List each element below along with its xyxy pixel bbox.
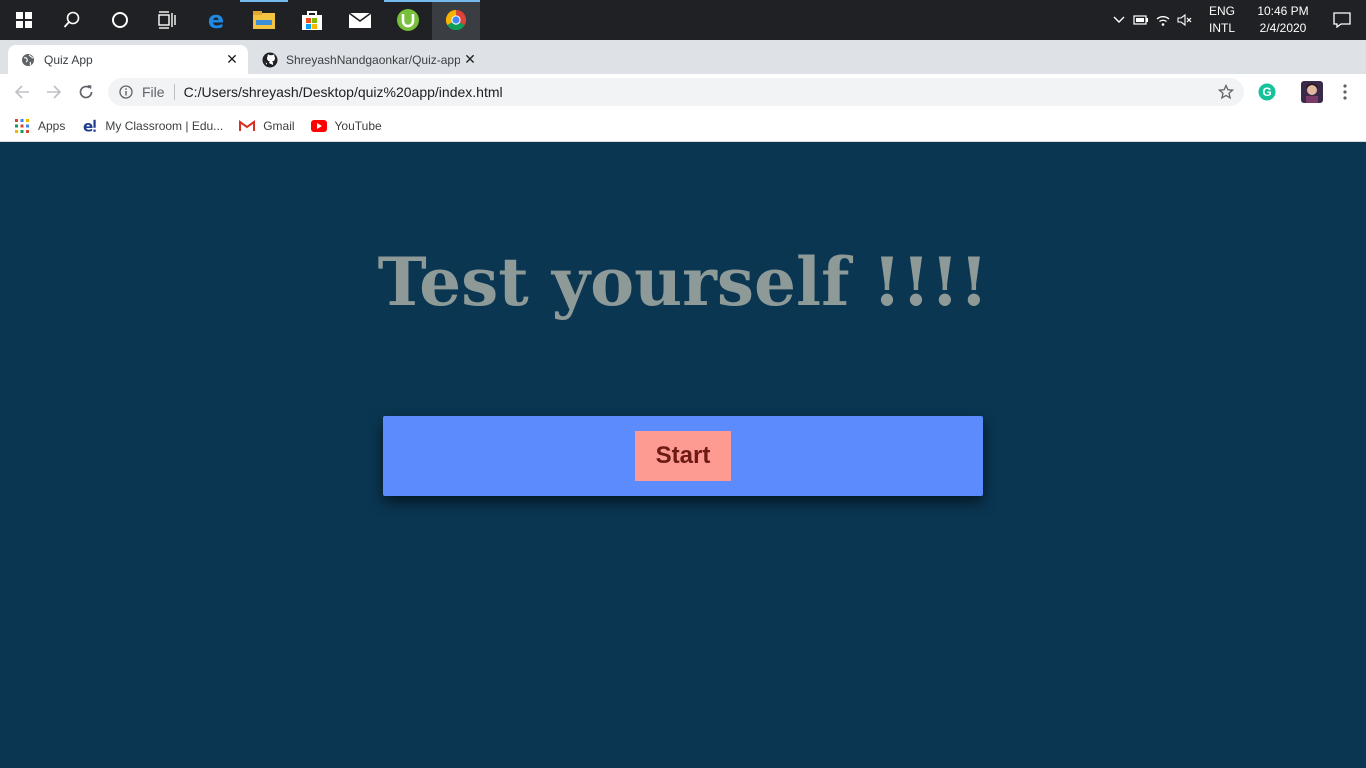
bookmark-gmail[interactable]: Gmail [231, 112, 302, 140]
battery-icon[interactable] [1130, 0, 1152, 40]
info-icon[interactable] [118, 84, 134, 100]
bookmark-star-icon[interactable] [1212, 78, 1240, 106]
start-button[interactable]: Start [635, 431, 731, 481]
profile-avatar-icon[interactable] [1298, 78, 1326, 106]
file-explorer-icon[interactable] [240, 0, 288, 40]
bookmark-my-classroom[interactable]: e My Classroom | Edu... [73, 112, 231, 140]
lang-code: ENG [1208, 4, 1235, 18]
page-viewport: Test yourself !!!! Start [0, 143, 1366, 768]
omnibox-divider [173, 84, 175, 100]
svg-text:e: e [208, 8, 224, 32]
bookmark-apps[interactable]: Apps [6, 112, 73, 140]
clock-time: 10:46 PM [1257, 4, 1309, 18]
tab-title: ShreyashNandgaonkar/Quiz-app [286, 52, 460, 67]
grammarly-icon[interactable]: G [1253, 78, 1281, 106]
wifi-icon[interactable] [1152, 0, 1174, 40]
edge-browser-icon[interactable]: e [192, 0, 240, 40]
tab-quiz-app[interactable]: Quiz App ✕ [8, 45, 248, 74]
notifications-icon[interactable] [1318, 0, 1366, 40]
tab-title: Quiz App [44, 52, 93, 67]
tab-github-quiz-app[interactable]: ShreyashNandgaonkar/Quiz-app ✕ [250, 45, 486, 74]
chrome-icon[interactable] [432, 0, 480, 40]
system-tray: ENG INTL 10:46 PM 2/4/2020 [1108, 0, 1366, 40]
microsoft-store-icon[interactable] [288, 0, 336, 40]
chevron-up-icon[interactable] [1108, 0, 1130, 40]
mail-icon[interactable] [336, 0, 384, 40]
clock[interactable]: 10:46 PM 2/4/2020 [1248, 3, 1318, 37]
github-icon [262, 52, 278, 68]
url-text[interactable]: C:/Users/shreyash/Desktop/quiz%20app/ind… [184, 84, 1212, 100]
address-bar[interactable]: File C:/Users/shreyash/Desktop/quiz%20ap… [108, 78, 1244, 106]
globe-icon [20, 52, 36, 68]
lang-layout: INTL [1208, 21, 1235, 35]
windows-taskbar: e ENG INTL 10:46 PM 2/4/2020 [0, 0, 1366, 40]
bookmark-youtube[interactable]: YouTube [303, 112, 390, 140]
bookmark-label: Apps [38, 118, 66, 133]
chrome-menu-icon[interactable] [1331, 78, 1359, 106]
page-heading: Test yourself !!!! [377, 243, 989, 321]
cortana-icon[interactable] [96, 0, 144, 40]
close-tab-icon[interactable]: ✕ [460, 50, 480, 70]
bookmark-label: YouTube [334, 118, 382, 133]
bookmark-label: My Classroom | Edu... [105, 118, 224, 133]
task-view-icon[interactable] [144, 0, 192, 40]
speaker-muted-icon[interactable] [1174, 0, 1196, 40]
windows-start-icon[interactable] [0, 0, 48, 40]
browser-tab-strip: Quiz App ✕ ShreyashNandgaonkar/Quiz-app … [0, 40, 1366, 106]
search-icon[interactable] [48, 0, 96, 40]
start-panel: Start [383, 416, 983, 496]
gmail-icon [239, 118, 256, 134]
clock-date: 2/4/2020 [1259, 21, 1307, 35]
youtube-icon [310, 118, 327, 134]
close-tab-icon[interactable]: ✕ [222, 50, 242, 70]
svg-text:G: G [1262, 85, 1271, 99]
url-scheme-label: File [142, 84, 165, 100]
bookmark-label: Gmail [263, 118, 295, 133]
utorrent-icon[interactable] [384, 0, 432, 40]
reload-icon[interactable] [72, 78, 100, 106]
back-arrow-icon[interactable] [8, 78, 36, 106]
input-language-indicator[interactable]: ENG INTL [1202, 3, 1242, 37]
forward-arrow-icon[interactable] [40, 78, 68, 106]
apps-grid-icon [14, 118, 30, 134]
svg-text:e: e [83, 117, 93, 135]
browser-toolbar: File C:/Users/shreyash/Desktop/quiz%20ap… [0, 74, 1366, 110]
edureka-icon: e [81, 117, 97, 135]
bookmarks-bar: Apps e My Classroom | Edu... Gmail YouTu… [0, 110, 1366, 142]
